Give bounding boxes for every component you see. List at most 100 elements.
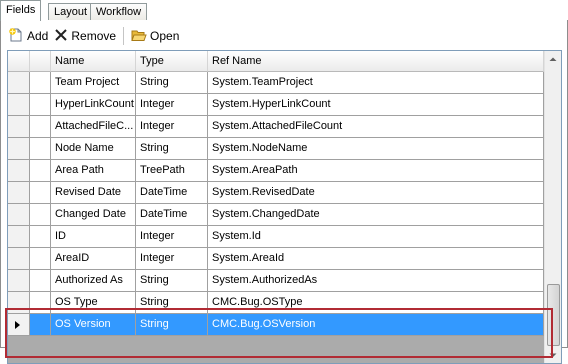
cell-name[interactable]: Changed Date [51, 204, 136, 226]
table-row[interactable]: Changed Date DateTime System.ChangedDate [8, 204, 544, 226]
cell-ref-name[interactable]: System.ChangedDate [208, 204, 544, 226]
row-selector[interactable] [8, 182, 30, 204]
cell-type[interactable]: String [136, 72, 208, 94]
toolbar-separator [123, 27, 125, 45]
row-selector[interactable] [8, 226, 30, 248]
row-blank-cell[interactable] [30, 72, 51, 94]
chevron-up-icon [549, 57, 557, 61]
cell-type[interactable]: Integer [136, 94, 208, 116]
cell-name[interactable]: HyperLinkCount [51, 94, 136, 116]
x-icon [54, 28, 68, 45]
table-row[interactable]: HyperLinkCount Integer System.HyperLinkC… [8, 94, 544, 116]
row-selector[interactable] [8, 292, 30, 314]
row-blank-cell[interactable] [30, 270, 51, 292]
cell-ref-name[interactable]: System.NodeName [208, 138, 544, 160]
table-row[interactable]: Area Path TreePath System.AreaPath [8, 160, 544, 182]
grid-rows: Name Type Ref Name Team Project String S… [8, 51, 544, 336]
table-row[interactable]: AttachedFileC... Integer System.Attached… [8, 116, 544, 138]
row-selector[interactable] [8, 270, 30, 292]
open-folder-icon [131, 27, 147, 46]
cell-name[interactable]: Area Path [51, 160, 136, 182]
scroll-up-button[interactable] [545, 51, 561, 67]
table-row[interactable]: ID Integer System.Id [8, 226, 544, 248]
cell-name[interactable]: OS Version [51, 314, 136, 336]
open-label: Open [150, 29, 180, 43]
cell-type[interactable]: TreePath [136, 160, 208, 182]
row-selector[interactable] [8, 314, 30, 336]
tab-strip: Fields Layout Workflow [0, 0, 568, 21]
row-blank-cell[interactable] [30, 204, 51, 226]
table-row[interactable]: Team Project String System.TeamProject [8, 72, 544, 94]
cell-name[interactable]: Authorized As [51, 270, 136, 292]
cell-name[interactable]: OS Type [51, 292, 136, 314]
add-button[interactable]: Add [5, 26, 51, 46]
remove-label: Remove [71, 29, 117, 43]
cell-ref-name[interactable]: System.AreaPath [208, 160, 544, 182]
row-selector[interactable] [8, 116, 30, 138]
tab-workflow[interactable]: Workflow [90, 3, 148, 20]
cell-name[interactable]: Revised Date [51, 182, 136, 204]
open-button[interactable]: Open [128, 26, 182, 46]
row-blank-cell[interactable] [30, 292, 51, 314]
fields-grid[interactable]: Name Type Ref Name Team Project String S… [7, 50, 562, 364]
cell-name[interactable]: AttachedFileC... [51, 116, 136, 138]
cell-name[interactable]: ID [51, 226, 136, 248]
column-header-type[interactable]: Type [136, 51, 208, 72]
cell-type[interactable]: Integer [136, 226, 208, 248]
cell-ref-name[interactable]: System.AuthorizedAs [208, 270, 544, 292]
header-blank [30, 51, 51, 72]
table-row[interactable]: Revised Date DateTime System.RevisedDate [8, 182, 544, 204]
tab-layout[interactable]: Layout [48, 3, 94, 20]
column-header-ref-name[interactable]: Ref Name [208, 51, 544, 72]
cell-type[interactable]: Integer [136, 116, 208, 138]
table-row-selected[interactable]: OS Version String CMC.Bug.OSVersion [8, 314, 544, 336]
row-selector[interactable] [8, 72, 30, 94]
row-blank-cell[interactable] [30, 160, 51, 182]
cell-ref-name[interactable]: System.AreaId [208, 248, 544, 270]
cell-ref-name[interactable]: System.RevisedDate [208, 182, 544, 204]
row-blank-cell[interactable] [30, 138, 51, 160]
scrollbar-thumb[interactable] [547, 284, 560, 346]
row-blank-cell[interactable] [30, 182, 51, 204]
cell-type[interactable]: String [136, 314, 208, 336]
tab-fields[interactable]: Fields [0, 0, 42, 21]
table-row[interactable]: Authorized As String System.AuthorizedAs [8, 270, 544, 292]
header-corner [8, 51, 30, 72]
cell-ref-name[interactable]: CMC.Bug.OSType [208, 292, 544, 314]
cell-name[interactable]: Node Name [51, 138, 136, 160]
table-row[interactable]: OS Type String CMC.Bug.OSType [8, 292, 544, 314]
cell-name[interactable]: Team Project [51, 72, 136, 94]
cell-type[interactable]: String [136, 292, 208, 314]
row-blank-cell[interactable] [30, 314, 51, 336]
column-header-name[interactable]: Name [51, 51, 136, 72]
row-selector[interactable] [8, 160, 30, 182]
cell-ref-name[interactable]: CMC.Bug.OSVersion [208, 314, 544, 336]
row-blank-cell[interactable] [30, 116, 51, 138]
cell-ref-name[interactable]: System.AttachedFileCount [208, 116, 544, 138]
grid-header-row: Name Type Ref Name [8, 51, 544, 72]
row-selector[interactable] [8, 138, 30, 160]
row-selector[interactable] [8, 248, 30, 270]
cell-type[interactable]: DateTime [136, 182, 208, 204]
cell-type[interactable]: String [136, 270, 208, 292]
cell-ref-name[interactable]: System.HyperLinkCount [208, 94, 544, 116]
cell-type[interactable]: String [136, 138, 208, 160]
row-blank-cell[interactable] [30, 248, 51, 270]
cell-type[interactable]: Integer [136, 248, 208, 270]
cell-ref-name[interactable]: System.Id [208, 226, 544, 248]
cell-name[interactable]: AreaID [51, 248, 136, 270]
row-selector[interactable] [8, 94, 30, 116]
scroll-down-button[interactable] [545, 347, 561, 363]
cell-ref-name[interactable]: System.TeamProject [208, 72, 544, 94]
row-selector[interactable] [8, 204, 30, 226]
row-blank-cell[interactable] [30, 94, 51, 116]
table-row[interactable]: AreaID Integer System.AreaId [8, 248, 544, 270]
fields-panel: Add Remove Open Name Type Ref Name Team … [0, 20, 568, 364]
remove-button[interactable]: Remove [51, 26, 119, 46]
add-label: Add [27, 29, 49, 43]
add-document-icon [8, 27, 24, 46]
vertical-scrollbar[interactable] [544, 51, 561, 363]
cell-type[interactable]: DateTime [136, 204, 208, 226]
table-row[interactable]: Node Name String System.NodeName [8, 138, 544, 160]
row-blank-cell[interactable] [30, 226, 51, 248]
